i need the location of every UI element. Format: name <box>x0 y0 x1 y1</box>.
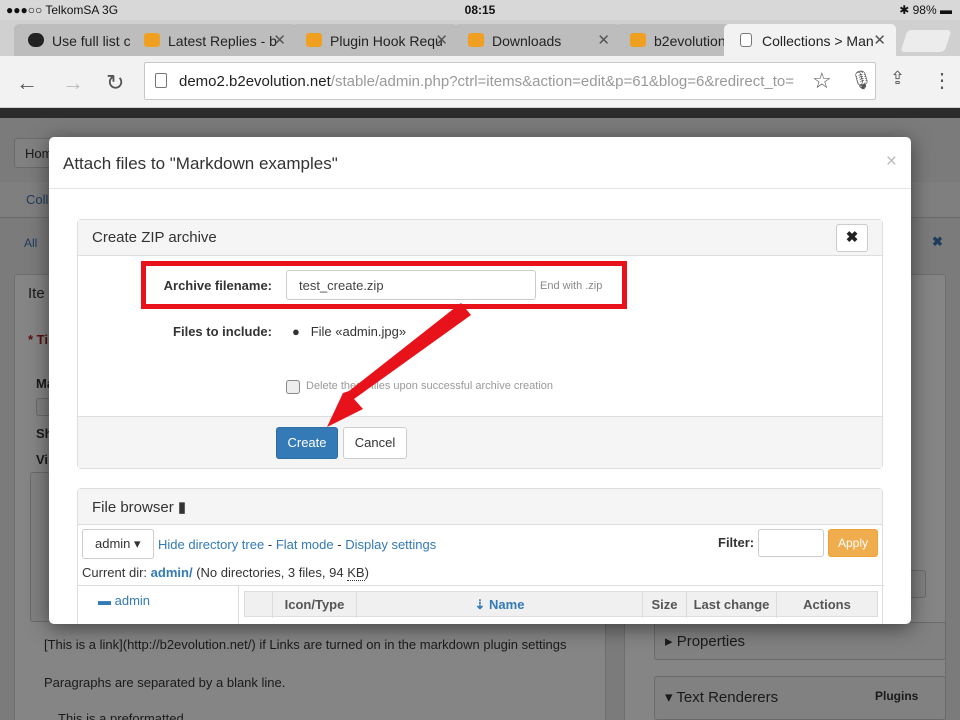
root-select[interactable]: admin ▾ <box>82 529 154 559</box>
menu-icon[interactable]: ⋮ <box>932 68 952 93</box>
modal-title: Attach files to "Markdown examples" <box>63 154 338 173</box>
annotation-highlight-box <box>141 261 627 309</box>
b2evo-icon <box>630 33 646 47</box>
tab-label: Collections > Man <box>762 33 874 49</box>
bg-para-line: Paragraphs are separated by a blank line… <box>44 675 286 690</box>
flat-mode-link[interactable]: Flat mode <box>276 537 334 552</box>
microphone-icon[interactable]: 🎙 <box>850 70 873 91</box>
status-bar: ●●●○○ TelkomSA 3G 08:15 ✱ 98% ▬ <box>0 0 960 20</box>
browser-toolbar: ← → ↻ demo2.b2evolution.net/stable/admin… <box>0 56 960 108</box>
tab-label: Latest Replies - b <box>168 33 277 49</box>
page-icon <box>740 33 752 47</box>
share-icon[interactable]: ⇪ <box>890 68 905 89</box>
bg-preformatted: This is a preformatted <box>58 711 184 720</box>
tab-plugin-hook[interactable]: Plugin Hook Requ ✕ <box>292 24 458 56</box>
column-name[interactable]: ⇣ Name <box>357 592 643 618</box>
close-icon[interactable]: ✕ <box>435 31 448 49</box>
tab-downloads[interactable]: Downloads ✕ <box>454 24 620 56</box>
file-browser-panel: File browser ▮ admin ▾ Hide directory tr… <box>77 488 884 624</box>
address-bar[interactable]: demo2.b2evolution.net/stable/admin.php?c… <box>144 62 876 100</box>
attach-files-modal: Attach files to "Markdown examples" × Cr… <box>49 137 911 624</box>
back-icon[interactable]: ← <box>16 70 38 96</box>
close-icon[interactable]: ✕ <box>273 31 286 49</box>
create-button[interactable]: Create <box>276 427 338 459</box>
folder-icon: ▬ <box>98 593 111 608</box>
file-browser-title: File browser ▮ <box>92 499 187 516</box>
admin-topbar <box>0 108 960 118</box>
b2evo-icon <box>468 33 484 47</box>
bg-close-icon: ✖ <box>932 234 943 249</box>
caret-down-icon: ▾ <box>134 536 141 551</box>
tab-collections[interactable]: Collections > Man ✕ <box>724 24 896 56</box>
kb-unit: KB <box>347 565 365 581</box>
b2evo-icon <box>306 33 322 47</box>
bg-properties-panel: ▸ Properties <box>654 622 946 660</box>
zip-panel-footer: Create Cancel <box>78 416 882 468</box>
tab-label: Use full list c <box>52 33 131 49</box>
file-browser-header: File browser ▮ <box>78 489 882 525</box>
bg-title-label: * Ti <box>28 332 48 347</box>
files-to-include-label: Files to include: <box>173 324 272 339</box>
create-zip-title: Create ZIP archive <box>92 229 217 246</box>
delete-files-checkbox[interactable] <box>286 380 300 394</box>
clock: 08:15 <box>464 3 496 17</box>
url-host: demo2.b2evolution.net <box>179 73 331 90</box>
tab-label: Plugin Hook Requ <box>330 33 443 49</box>
display-settings-link[interactable]: Display settings <box>345 537 436 552</box>
filter-label: Filter: <box>718 535 755 550</box>
column-last-change[interactable]: Last change <box>687 592 777 618</box>
book-icon: ▮ <box>177 499 187 516</box>
create-zip-header: Create ZIP archive ✖ <box>78 220 882 256</box>
browser-links: Hide directory tree - Flat mode - Displa… <box>158 537 437 552</box>
page-icon <box>155 73 167 88</box>
bg-coll-tab: Coll <box>26 192 49 207</box>
close-icon[interactable]: ✕ <box>597 31 610 49</box>
create-zip-panel: Create ZIP archive ✖ Archive filename: t… <box>77 219 883 469</box>
tree-item-admin[interactable]: ▬ admin <box>98 593 150 608</box>
tab-github[interactable]: Use full list c <box>14 24 140 56</box>
column-actions: Actions <box>803 597 851 612</box>
forward-icon[interactable]: → <box>62 70 84 96</box>
new-tab-button[interactable] <box>900 30 952 52</box>
current-dir-link[interactable]: admin/ <box>151 565 193 580</box>
b2evo-icon <box>144 33 160 47</box>
bookmark-star-icon[interactable]: ☆ <box>812 68 832 94</box>
close-icon[interactable]: ✕ <box>873 31 886 49</box>
bg-text-renderers-panel: ▾ Text Renderers Plugins <box>654 676 946 720</box>
tab-label: b2evolution <box>654 33 726 49</box>
tab-label: Downloads <box>492 33 562 49</box>
current-dir-line: Current dir: admin/ (No directories, 3 f… <box>82 565 369 581</box>
tab-strip: Use full list c Latest Replies - b ✕ Plu… <box>0 20 960 56</box>
divider <box>78 585 884 586</box>
delete-files-label: Delete these files upon successful archi… <box>306 380 554 392</box>
tab-latest-replies[interactable]: Latest Replies - b ✕ <box>130 24 296 56</box>
modal-close-button[interactable]: × <box>886 151 897 173</box>
file-list-item: ● File «admin.jpg» <box>292 324 407 339</box>
close-zip-panel-button[interactable]: ✖ <box>836 224 868 252</box>
sort-ascending-icon: ⇣ <box>474 597 486 612</box>
battery-status: ✱ 98% ▬ <box>899 3 952 17</box>
bg-editor <box>30 472 50 622</box>
apply-button[interactable]: Apply <box>828 529 878 557</box>
filter-input[interactable] <box>758 529 824 557</box>
github-icon <box>28 33 44 47</box>
hide-directory-tree-link[interactable]: Hide directory tree <box>158 537 264 552</box>
file-name: File «admin.jpg» <box>310 324 407 339</box>
file-table-header: Icon/Type ⇣ Name Size Last change Action… <box>244 591 878 618</box>
column-icon-type[interactable]: Icon/Type <box>273 592 357 618</box>
column-size[interactable]: Size <box>643 592 687 618</box>
url-path: /stable/admin.php?ctrl=items&action=edit… <box>330 73 794 90</box>
tree-divider <box>238 585 239 624</box>
bg-item-heading: Ite <box>28 285 45 302</box>
battery-level: 98% <box>912 3 937 17</box>
reload-icon[interactable]: ↻ <box>106 70 124 96</box>
select-all-column[interactable] <box>245 592 273 618</box>
tab-b2evolution[interactable]: b2evolution <box>616 24 734 56</box>
bg-all-link: All <box>24 236 38 250</box>
bg-link-line: [This is a link](http://b2evolution.net/… <box>44 637 567 652</box>
bg-label-vi: Vi <box>36 452 49 467</box>
modal-header: Attach files to "Markdown examples" × <box>49 137 911 189</box>
cancel-button[interactable]: Cancel <box>343 427 407 459</box>
